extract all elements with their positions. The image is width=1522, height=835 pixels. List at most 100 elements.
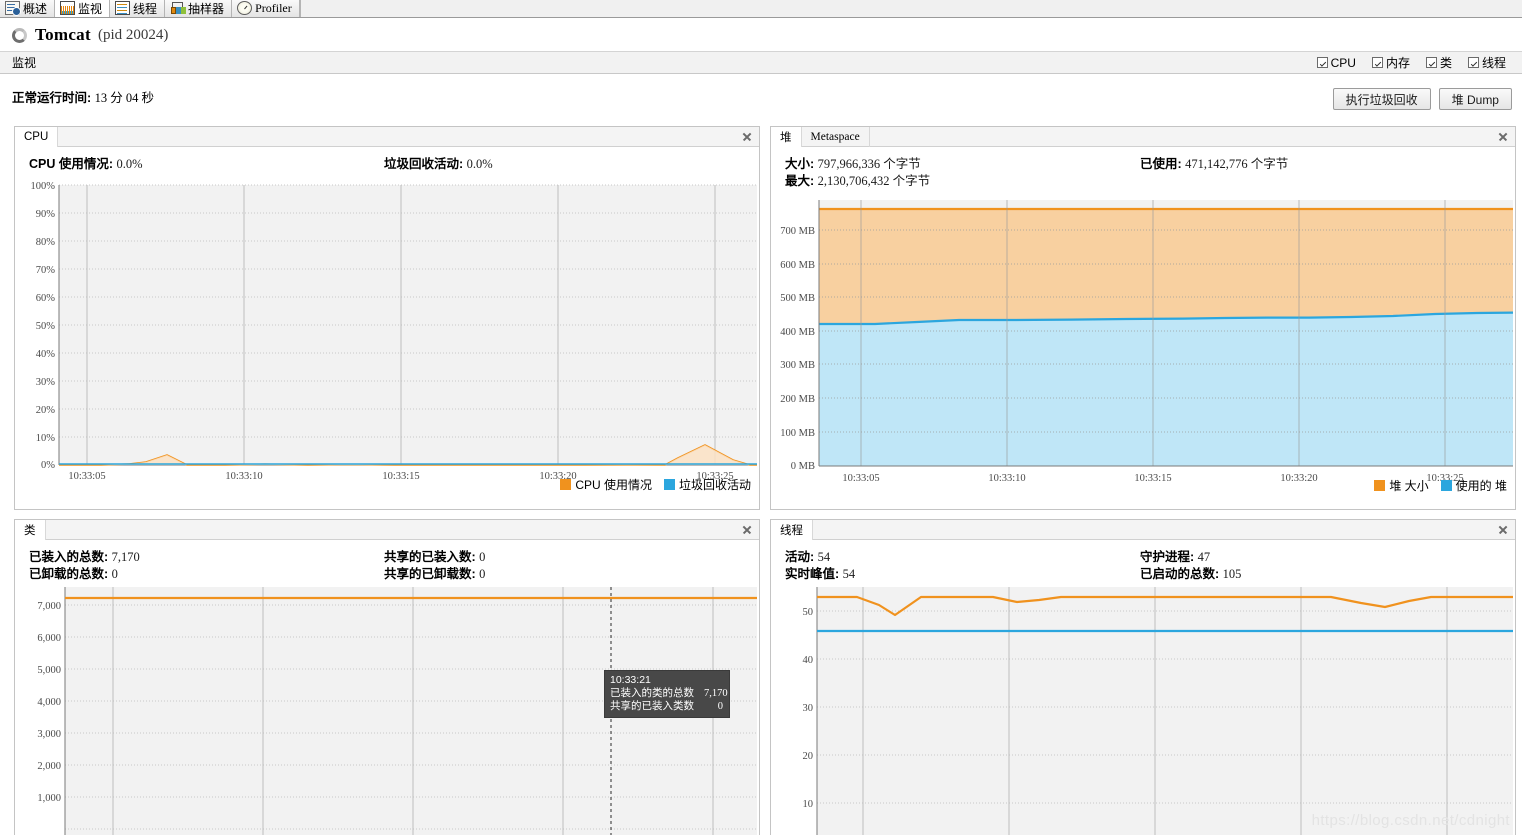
svg-text:40: 40 [803, 655, 814, 666]
close-icon[interactable] [740, 523, 754, 537]
legend-label-heap-used: 使用的 堆 [1455, 479, 1507, 493]
threads-daemon-value: 47 [1197, 550, 1211, 564]
checkbox-cpu-box[interactable] [1316, 57, 1328, 68]
svg-text:7,000: 7,000 [37, 601, 61, 612]
process-id-label: (pid 20024) [97, 26, 169, 43]
tab-threads-label: 线程 [133, 1, 158, 16]
tooltip-loaded-value: 7,170 [704, 688, 728, 699]
classes-chart-tooltip: 10:33:21 已装入的类的总数 7,170 共享的已装入类数 0 [604, 670, 730, 718]
cpu-chart[interactable]: 100% 90% 80% 70% 60% 50% 40% 30% 20% 10%… [15, 177, 759, 497]
cpu-usage-stat: CPU 使用情况: 0.0% [29, 156, 384, 173]
legend-label-heap-size: 堆 大小 [1389, 479, 1429, 493]
tab-sampler[interactable]: 抽样器 [165, 0, 233, 17]
svg-text:40%: 40% [36, 349, 56, 360]
threads-daemon-label: 守护进程: [1140, 550, 1195, 564]
threads-chart[interactable]: 50 40 30 20 10 [771, 587, 1515, 835]
checkbox-classes[interactable]: 类 [1425, 54, 1452, 71]
legend-swatch-blue [663, 479, 675, 490]
classes-shared-loaded-stat: 共享的已装入数: 0 [384, 549, 485, 566]
classes-panel-header: 类 [15, 519, 759, 540]
svg-text:70%: 70% [36, 265, 56, 276]
heap-tab[interactable]: 堆 [771, 126, 802, 147]
classes-chart[interactable]: 7,000 6,000 5,000 4,000 3,000 2,000 1,00… [15, 587, 759, 835]
action-buttons: 执行垃圾回收 堆 Dump [1332, 88, 1512, 110]
svg-text:200 MB: 200 MB [780, 394, 815, 405]
monitor-icon [60, 1, 76, 15]
threads-panel-header: 线程 [771, 519, 1515, 540]
visualvm-monitor-window: 概述 监视 线程 抽样器 Profiler Tomcat (pid 20024)… [0, 0, 1522, 835]
cpu-usage-value: 0.0% [116, 157, 143, 171]
checkbox-memory-label: 内存 [1385, 56, 1410, 70]
svg-text:30: 30 [803, 703, 814, 714]
legend-swatch-orange [560, 479, 572, 490]
close-icon[interactable] [1496, 130, 1510, 144]
tooltip-time: 10:33:21 [610, 674, 651, 686]
svg-text:50: 50 [803, 607, 814, 618]
cpu-panel: CPU CPU 使用情况: 0.0% 垃圾回收活动: 0.0% 100% 90%… [14, 126, 760, 510]
checkbox-cpu[interactable]: CPU [1316, 56, 1356, 70]
gc-activity-label: 垃圾回收活动: [384, 157, 464, 171]
heap-dump-button[interactable]: 堆 Dump [1438, 88, 1512, 110]
svg-text:60%: 60% [36, 293, 56, 304]
threads-live-stat: 活动: 54 [785, 549, 1140, 566]
classes-shared-unloaded-label: 共享的已卸载数: [384, 567, 476, 581]
tooltip-shared-label: 共享的已装入类数 [610, 700, 694, 712]
threads-icon [115, 1, 131, 15]
legend-swatch-blue [1440, 480, 1452, 491]
application-header: Tomcat (pid 20024) [0, 19, 1522, 52]
uptime-value: 13 分 04 秒 [94, 90, 155, 105]
heap-stats: 大小: 797,966,336 个字节 已使用: 471,142,776 个字节… [771, 147, 1515, 194]
tab-profiler-label: Profiler [255, 0, 292, 15]
svg-text:300 MB: 300 MB [780, 360, 815, 371]
threads-stats: 活动: 54 守护进程: 47 实时峰值: 54 已启动的总数: 105 [771, 540, 1515, 587]
svg-text:1,000: 1,000 [37, 793, 61, 804]
svg-text:10:33:05: 10:33:05 [68, 471, 105, 482]
cpu-panel-header: CPU [15, 126, 759, 147]
svg-text:30%: 30% [36, 377, 56, 388]
threads-peak-value: 54 [842, 567, 856, 581]
classes-loaded-value: 7,170 [111, 550, 140, 564]
svg-text:3,000: 3,000 [37, 729, 61, 740]
checkbox-threads-box[interactable] [1467, 57, 1479, 68]
heap-size-stat: 大小: 797,966,336 个字节 [785, 156, 1140, 173]
svg-text:50%: 50% [36, 321, 56, 332]
threads-live-value: 54 [817, 550, 831, 564]
svg-text:6,000: 6,000 [37, 633, 61, 644]
classes-shared-unloaded-stat: 共享的已卸载数: 0 [384, 566, 485, 583]
uptime-row: 正常运行时间: 13 分 04 秒 [0, 74, 1522, 118]
checkbox-classes-box[interactable] [1425, 57, 1437, 68]
cpu-chart-legend: CPU 使用情况 垃圾回收活动 [560, 476, 751, 493]
threads-panel: 线程 活动: 54 守护进程: 47 实时峰值: 54 已启动的总数: 105 … [770, 519, 1516, 835]
legend-label-cpu-usage: CPU 使用情况 [575, 478, 652, 492]
close-icon[interactable] [740, 130, 754, 144]
classes-loaded-stat: 已装入的总数: 7,170 [29, 549, 384, 566]
checkbox-memory[interactable]: 内存 [1371, 54, 1410, 71]
checkbox-classes-label: 类 [1439, 56, 1452, 70]
tab-profiler[interactable]: Profiler [232, 0, 300, 17]
tab-monitor[interactable]: 监视 [55, 0, 111, 17]
tab-threads[interactable]: 线程 [110, 0, 166, 17]
svg-text:10: 10 [803, 799, 814, 810]
metaspace-tab[interactable]: Metaspace [802, 126, 870, 147]
checkbox-memory-box[interactable] [1371, 57, 1383, 68]
tab-overview-label: 概述 [23, 1, 48, 16]
heap-used-value: 471,142,776 个字节 [1185, 157, 1289, 171]
svg-text:0 MB: 0 MB [791, 461, 815, 472]
checkbox-threads[interactable]: 线程 [1467, 54, 1506, 71]
svg-text:0%: 0% [41, 460, 55, 471]
close-icon[interactable] [1496, 523, 1510, 537]
heap-max-value: 2,130,706,432 个字节 [817, 174, 931, 188]
uptime-label: 正常运行时间: [12, 90, 92, 105]
tab-overview[interactable]: 概述 [0, 0, 56, 17]
overview-icon [5, 1, 21, 16]
perform-gc-button[interactable]: 执行垃圾回收 [1332, 88, 1431, 110]
legend-swatch-orange [1374, 480, 1386, 491]
profiler-icon [237, 1, 253, 15]
heap-size-label: 大小: [785, 157, 815, 171]
legend-item-cpu-usage: CPU 使用情况 [560, 476, 652, 493]
heap-chart[interactable]: 700 MB 600 MB 500 MB 400 MB 300 MB 200 M… [771, 194, 1515, 497]
svg-text:10:33:05: 10:33:05 [842, 473, 879, 484]
cpu-usage-label: CPU 使用情况: [29, 157, 114, 171]
legend-item-gc-activity: 垃圾回收活动 [663, 476, 751, 493]
svg-text:20: 20 [803, 751, 814, 762]
